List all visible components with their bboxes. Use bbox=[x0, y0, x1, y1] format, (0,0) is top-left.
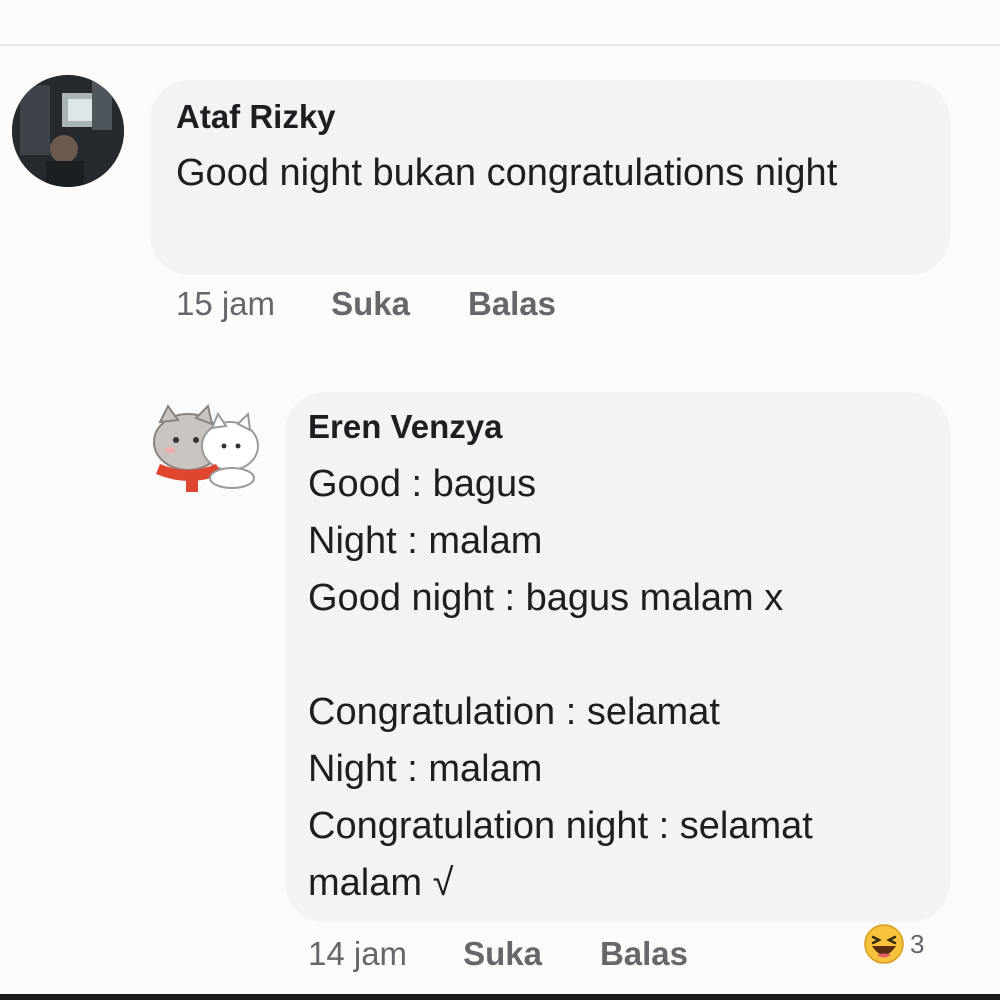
comment-actions: 14 jam Suka Balas bbox=[308, 935, 688, 973]
comment-line: Night : malam bbox=[308, 520, 543, 562]
comment-text: Good : bagus Night : malam Good night : … bbox=[308, 456, 928, 912]
comment-line: Congratulation night : selamat bbox=[308, 805, 813, 847]
haha-emoji-icon bbox=[864, 924, 904, 964]
top-divider bbox=[0, 44, 1000, 46]
reply-button[interactable]: Balas bbox=[468, 285, 556, 323]
comment-author[interactable]: Ataf Rizky bbox=[176, 98, 336, 136]
comment-timestamp[interactable]: 15 jam bbox=[176, 285, 275, 323]
comment-author[interactable]: Eren Venzya bbox=[308, 408, 502, 446]
reaction-summary[interactable]: 3 bbox=[862, 922, 924, 966]
comment-line: Good night : bagus malam x bbox=[308, 577, 784, 619]
comment-thread: Ataf Rizky Good night bukan congratulati… bbox=[0, 0, 1000, 1000]
comment-line: Congratulation : selamat bbox=[308, 691, 720, 733]
comment-line bbox=[308, 627, 928, 684]
reaction-count: 3 bbox=[910, 928, 925, 959]
comment-line: malam √ bbox=[308, 862, 454, 904]
bottom-divider bbox=[0, 994, 1000, 1000]
avatar[interactable] bbox=[146, 398, 262, 494]
avatar[interactable] bbox=[12, 75, 124, 187]
comment-line: Night : malam bbox=[308, 748, 543, 790]
like-button[interactable]: Suka bbox=[331, 285, 410, 323]
like-button[interactable]: Suka bbox=[463, 935, 542, 973]
user-photo-icon bbox=[12, 75, 124, 187]
comment-line: Good : bagus bbox=[308, 463, 537, 505]
reply-button[interactable]: Balas bbox=[600, 935, 688, 973]
comment-text: Good night bukan congratulations night bbox=[176, 152, 838, 194]
comment-timestamp[interactable]: 14 jam bbox=[308, 935, 407, 973]
cat-sticker-icon bbox=[153, 404, 259, 492]
comment-actions: 15 jam Suka Balas bbox=[176, 285, 556, 323]
